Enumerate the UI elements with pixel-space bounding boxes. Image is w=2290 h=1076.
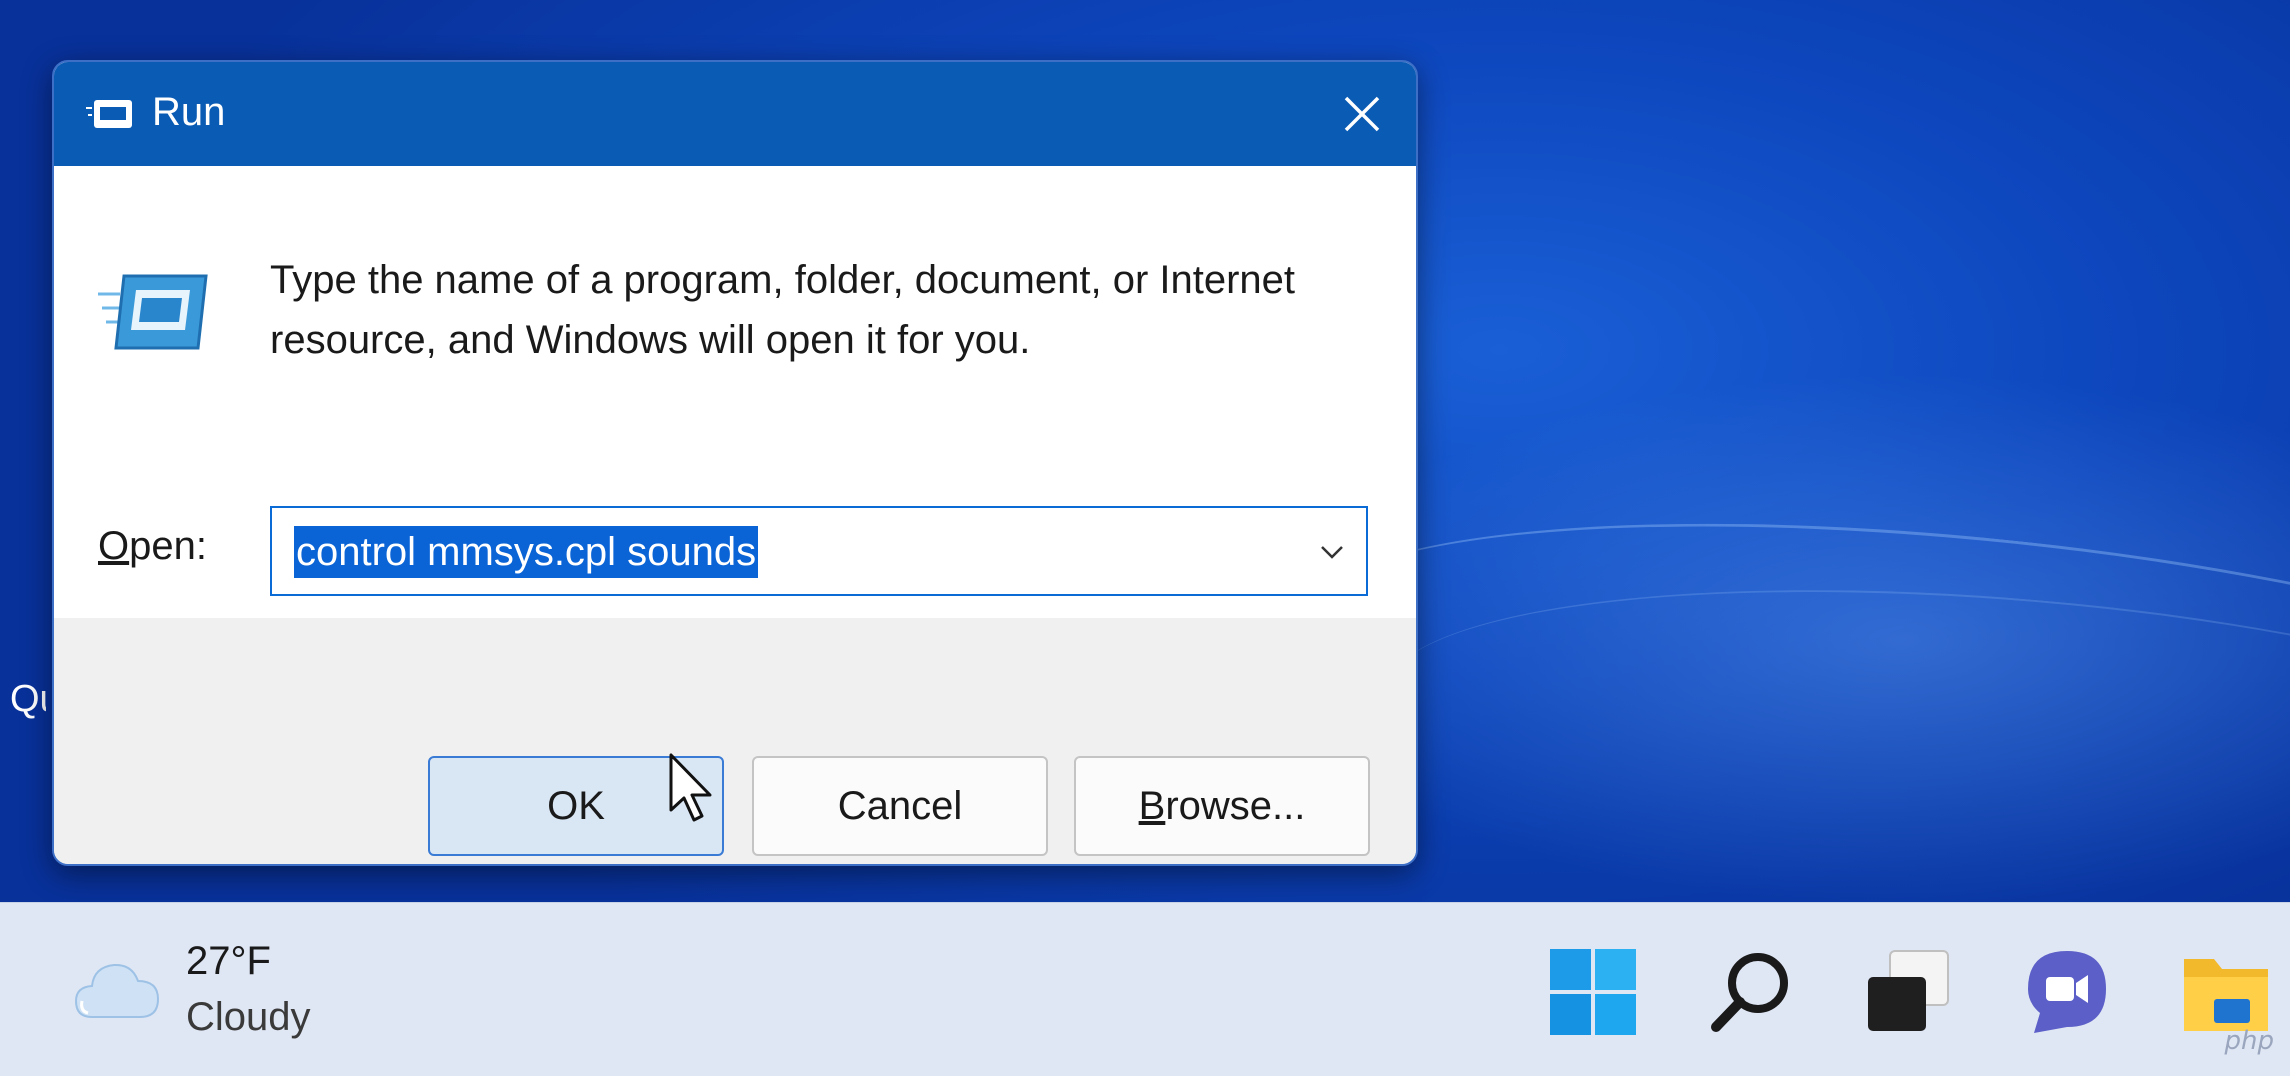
task-view-icon[interactable] — [1864, 947, 1954, 1037]
run-icon — [86, 98, 134, 132]
title-bar[interactable]: Run — [54, 62, 1416, 166]
windows-start-icon[interactable] — [1548, 947, 1638, 1037]
dialog-footer: OK Cancel Browse... — [54, 618, 1416, 866]
taskbar: 27°F Cloudy php — [0, 902, 2290, 1076]
cancel-button[interactable]: Cancel — [752, 756, 1048, 856]
open-label-accelerator: O — [98, 524, 129, 568]
run-description: Type the name of a program, folder, docu… — [270, 250, 1370, 370]
desktop-icon-label[interactable]: Qu — [10, 678, 46, 721]
browse-button[interactable]: Browse... — [1074, 756, 1370, 856]
weather-temperature[interactable]: 27°F — [186, 939, 271, 984]
dialog-title: Run — [152, 90, 225, 135]
watermark: php — [2225, 1026, 2275, 1056]
open-combobox[interactable]: control mmsys.cpl sounds — [270, 506, 1368, 596]
close-icon[interactable] — [1336, 88, 1388, 140]
file-explorer-icon[interactable] — [2180, 947, 2272, 1037]
cloud-icon[interactable] — [72, 953, 162, 1025]
run-dialog: Run Type the name of a program, folder, … — [52, 60, 1418, 866]
mouse-pointer-icon — [668, 752, 716, 824]
run-program-icon — [98, 272, 210, 352]
open-label: Open: — [98, 524, 207, 569]
search-icon[interactable] — [1706, 947, 1796, 1037]
weather-condition[interactable]: Cloudy — [186, 995, 311, 1040]
teams-chat-icon[interactable] — [2022, 947, 2112, 1037]
chevron-down-icon[interactable] — [1314, 534, 1350, 570]
open-label-text: pen: — [129, 524, 207, 568]
dialog-content: Type the name of a program, folder, docu… — [54, 166, 1416, 618]
open-input[interactable]: control mmsys.cpl sounds — [294, 526, 758, 578]
